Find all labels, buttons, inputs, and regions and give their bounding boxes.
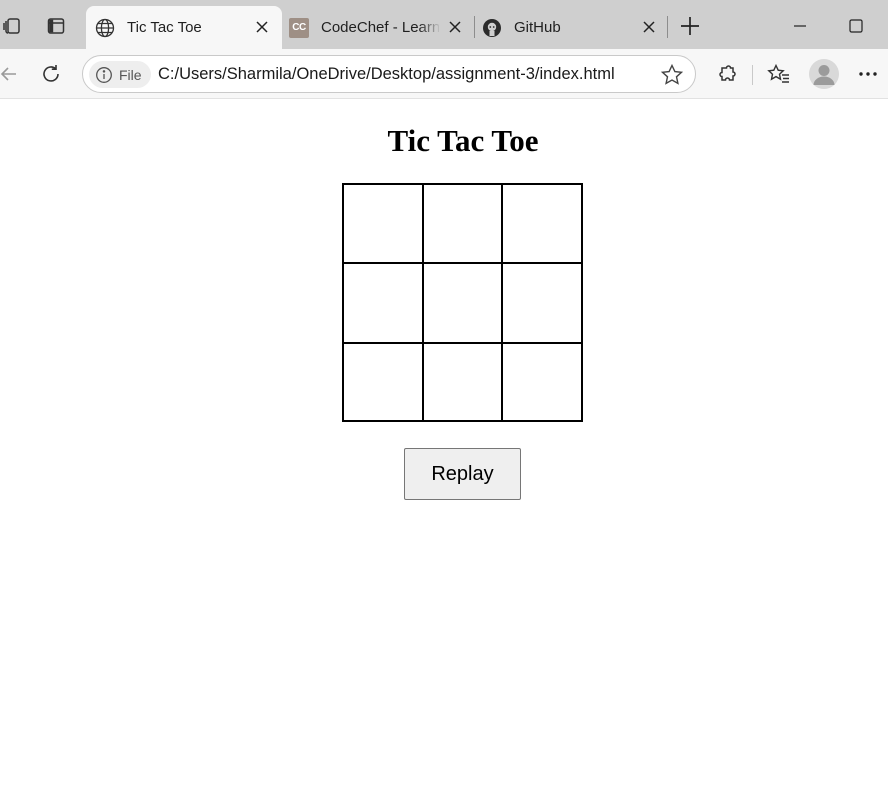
codechef-icon: CC (289, 17, 309, 38)
board-cell[interactable] (343, 263, 423, 343)
url-text[interactable]: C:/Users/Sharmila/OneDrive/Desktop/assig… (158, 65, 615, 84)
workspaces-icon[interactable] (0, 12, 26, 40)
refresh-icon[interactable] (36, 60, 66, 88)
site-info-button[interactable]: File (89, 61, 151, 88)
tab-tic-tac-toe[interactable]: Tic Tac Toe (86, 6, 282, 49)
tab-actions-icon[interactable] (42, 12, 70, 40)
board-cell[interactable] (423, 343, 502, 421)
favorites-icon[interactable] (764, 60, 794, 88)
back-icon[interactable] (0, 60, 24, 88)
info-icon (95, 66, 113, 84)
board-cell[interactable] (343, 184, 423, 263)
toolbar-divider (752, 65, 753, 85)
page-title: Tic Tac Toe (387, 123, 539, 158)
site-info-label: File (119, 66, 142, 83)
profile-avatar[interactable] (809, 59, 839, 89)
board-cell[interactable] (423, 263, 502, 343)
board-cell[interactable] (343, 343, 423, 421)
tab-separator (474, 16, 475, 38)
address-bar[interactable]: File C:/Users/Sharmila/OneDrive/Desktop/… (82, 55, 696, 93)
tab-separator (667, 16, 668, 38)
tab-codechef[interactable]: CC CodeChef - Learn (282, 6, 472, 49)
tab-github[interactable]: GitHub (476, 6, 666, 49)
tab-title-fade (419, 6, 441, 49)
maximize-icon[interactable] (842, 12, 870, 40)
extensions-icon[interactable] (712, 60, 742, 88)
tab-title: Tic Tac Toe (127, 19, 202, 36)
github-icon (482, 18, 502, 38)
board-cell[interactable] (502, 343, 582, 421)
browser-toolbar: File C:/Users/Sharmila/OneDrive/Desktop/… (0, 49, 888, 99)
page-content: Tic Tac Toe Replay (0, 99, 888, 796)
new-tab-icon[interactable] (676, 12, 704, 40)
more-options-icon[interactable] (853, 60, 883, 88)
replay-button[interactable]: Replay (404, 448, 521, 500)
minimize-icon[interactable] (786, 12, 814, 40)
game-board (342, 183, 583, 422)
globe-icon (95, 18, 115, 38)
board-cell[interactable] (423, 184, 502, 263)
close-tab-icon[interactable] (639, 17, 659, 37)
board-cell[interactable] (502, 184, 582, 263)
close-tab-icon[interactable] (252, 17, 272, 37)
tab-strip: Tic Tac Toe CC CodeChef - Learn GitHub (0, 0, 888, 49)
board-cell[interactable] (502, 263, 582, 343)
close-tab-icon[interactable] (445, 17, 465, 37)
favorite-star-icon[interactable] (659, 62, 685, 88)
tab-title: GitHub (514, 19, 561, 36)
